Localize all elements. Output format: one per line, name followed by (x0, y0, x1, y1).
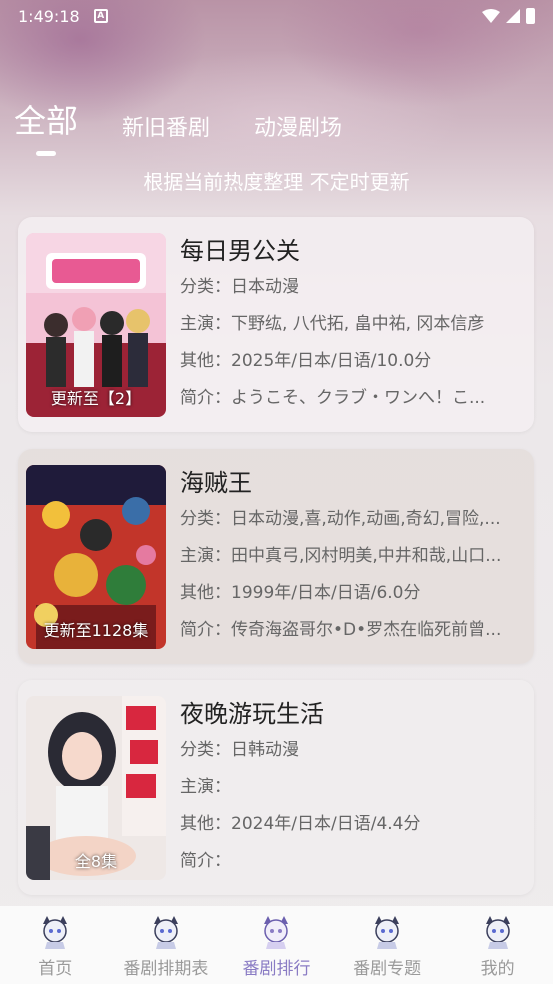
anime-card[interactable]: 更新至1128集 海贼王 分类： 日本动漫,喜,动作,动画,奇幻,冒险,... 主… (18, 449, 534, 664)
other-row: 其他： 1999年/日本/日语/6.0分 (180, 575, 510, 612)
anime-card[interactable]: 全8集 夜晚游玩生活 分类： 日韩动漫 主演： 其他： 2024年/日本/日语/4.… (18, 680, 534, 895)
category-value: 日本动漫 (231, 277, 299, 297)
cast-row: 主演： 田中真弓,冈村明美,中井和哉,山口... (180, 538, 510, 575)
category-row: 分类： 日本动漫 (180, 269, 510, 306)
intro-row: 简介： ようこそ、クラブ・ワンへ！こ... (180, 380, 510, 417)
nav-ranking[interactable]: 番剧排行 (221, 906, 332, 984)
cast-label: 主演： (180, 314, 231, 334)
status-bar: 1:49:18 A (0, 0, 553, 32)
nav-label: 番剧专题 (353, 959, 422, 979)
anime-info: 夜晚游玩生活 分类： 日韩动漫 主演： 其他： 2024年/日本/日语/4.4分 简… (180, 696, 520, 880)
category-value: 日韩动漫 (231, 740, 299, 760)
nav-topics[interactable]: 番剧专题 (332, 906, 443, 984)
battery-icon (526, 8, 535, 24)
nav-label: 首页 (38, 959, 73, 979)
nav-schedule[interactable]: 番剧排期表 (111, 906, 222, 984)
anime-info: 海贼王 分类： 日本动漫,喜,动作,动画,奇幻,冒险,... 主演： 田中真弓,冈村… (180, 465, 520, 649)
cast-value: 下野纮, 八代拓, 畠中祐, 冈本信彦 (231, 314, 485, 334)
intro-label: 简介： (180, 388, 231, 408)
cover-image[interactable]: 更新至【2】 (26, 233, 166, 417)
signal-icon (506, 9, 520, 23)
tab-all[interactable]: 全部 (14, 96, 78, 156)
nav-mine[interactable]: 我的 (442, 906, 553, 984)
category-label: 分类： (180, 740, 231, 760)
other-row: 其他： 2024年/日本/日语/4.4分 (180, 806, 510, 843)
other-value: 1999年/日本/日语/6.0分 (231, 583, 421, 603)
cover-image[interactable]: 全8集 (26, 696, 166, 880)
category-value: 日本动漫,喜,动作,动画,奇幻,冒险,... (231, 509, 501, 529)
cat-girl-icon (375, 916, 400, 949)
tab-new-old[interactable]: 新旧番剧 (122, 110, 210, 142)
cat-girl-icon (485, 916, 510, 949)
other-row: 其他： 2025年/日本/日语/10.0分 (180, 343, 510, 380)
other-label: 其他： (180, 814, 231, 834)
cast-value: 田中真弓,冈村明美,中井和哉,山口... (231, 546, 502, 566)
status-time: 1:49:18 (18, 6, 80, 26)
nav-label: 番剧排期表 (123, 959, 209, 979)
episode-badge: 更新至1128集 (43, 621, 149, 640)
cast-label: 主演： (180, 777, 231, 797)
category-tabs: 全部 新旧番剧 动漫剧场 (14, 96, 386, 156)
anime-title: 夜晚游玩生活 (180, 700, 324, 728)
other-label: 其他： (180, 351, 231, 371)
episode-badge: 更新至【2】 (50, 389, 142, 408)
anime-card[interactable]: 更新至【2】 每日男公关 分类： 日本动漫 主演： 下野纮, 八代拓, 畠中祐, 冈… (18, 217, 534, 432)
cat-girl-icon (264, 916, 289, 949)
category-label: 分类： (180, 277, 231, 297)
intro-label: 简介： (180, 620, 231, 640)
nav-home[interactable]: 首页 (0, 906, 111, 984)
cover-image[interactable]: 更新至1128集 (26, 465, 166, 649)
cat-girl-icon (153, 916, 178, 949)
other-value: 2024年/日本/日语/4.4分 (231, 814, 421, 834)
intro-value: ようこそ、クラブ・ワンへ！こ... (231, 388, 486, 408)
cat-girl-icon (43, 916, 68, 949)
bottom-nav: 首页 番剧排期表 番剧排行 番剧专题 我的 (0, 906, 553, 984)
cast-label: 主演： (180, 546, 231, 566)
nav-label: 番剧排行 (242, 959, 311, 979)
other-value: 2025年/日本/日语/10.0分 (231, 351, 432, 371)
anime-info: 每日男公关 分类： 日本动漫 主演： 下野纮, 八代拓, 畠中祐, 冈本信彦 其他：… (180, 233, 520, 417)
other-label: 其他： (180, 583, 231, 603)
intro-label: 简介： (180, 851, 231, 871)
category-label: 分类： (180, 509, 231, 529)
wifi-icon (482, 9, 500, 23)
intro-value: 传奇海盗哥尔•D•罗杰在临死前曾... (231, 620, 502, 640)
nav-label: 我的 (480, 959, 515, 979)
category-row: 分类： 日韩动漫 (180, 732, 510, 769)
intro-row: 简介： 传奇海盗哥尔•D•罗杰在临死前曾... (180, 612, 510, 649)
cast-row: 主演： (180, 769, 510, 806)
anime-title: 每日男公关 (180, 237, 300, 265)
notification-icon: A (93, 9, 108, 23)
ranking-subtitle: 根据当前热度整理 不定时更新 (143, 170, 410, 194)
anime-title: 海贼王 (180, 469, 252, 497)
episode-badge: 全8集 (74, 852, 118, 871)
category-row: 分类： 日本动漫,喜,动作,动画,奇幻,冒险,... (180, 501, 510, 538)
cast-row: 主演： 下野纮, 八代拓, 畠中祐, 冈本信彦 (180, 306, 510, 343)
tab-theater[interactable]: 动漫剧场 (254, 110, 342, 142)
intro-row: 简介： (180, 843, 510, 880)
